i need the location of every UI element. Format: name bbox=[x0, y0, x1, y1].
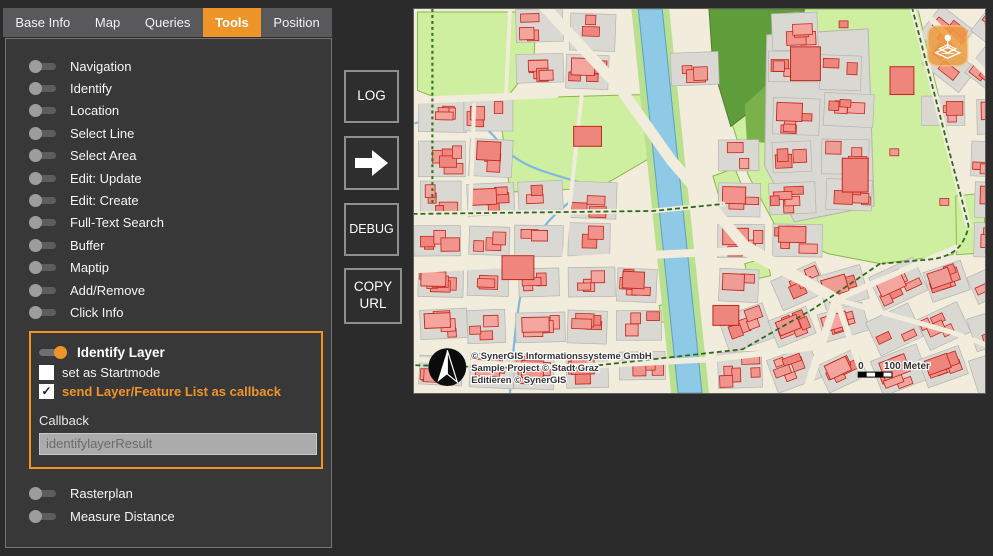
map-canvas[interactable]: © SynerGIS Informationssysteme GmbH Samp… bbox=[414, 9, 985, 393]
fulltext-search-toggle[interactable] bbox=[29, 216, 57, 229]
debug-button[interactable]: DEBUG bbox=[344, 203, 399, 256]
tools-panel: Navigation Identify Location Select Line… bbox=[5, 38, 332, 548]
identify-layer-title: Identify Layer bbox=[77, 345, 165, 360]
startmode-label: set as Startmode bbox=[62, 365, 160, 380]
toggle-label: Navigation bbox=[70, 59, 131, 74]
toggle-label: Select Line bbox=[70, 126, 134, 141]
toggle-label: Add/Remove bbox=[70, 283, 145, 298]
toggle-row-location: Location bbox=[29, 100, 331, 122]
arrow-right-icon bbox=[355, 149, 389, 177]
callback-checkbox[interactable]: ✓ bbox=[39, 384, 54, 399]
toggle-label: Buffer bbox=[70, 238, 104, 253]
callback-checkbox-row: ✓ send Layer/Feature List as callback bbox=[39, 383, 311, 401]
toggle-label: Edit: Create bbox=[70, 193, 139, 208]
location-toggle[interactable] bbox=[29, 104, 57, 117]
identify-layer-box: Identify Layer set as Startmode ✓ send L… bbox=[29, 331, 323, 469]
tab-base-info[interactable]: Base Info bbox=[3, 8, 83, 37]
toggle-row-navigation: Navigation bbox=[29, 55, 331, 77]
copy-url-button[interactable]: COPY URL bbox=[344, 268, 402, 324]
toggle-label: Maptip bbox=[70, 260, 109, 275]
identify-toggle[interactable] bbox=[29, 82, 57, 95]
next-arrow-button[interactable] bbox=[344, 136, 399, 190]
callback-input[interactable]: identifylayerResult bbox=[39, 433, 317, 455]
map-container: © SynerGIS Informationssysteme GmbH Samp… bbox=[413, 8, 986, 394]
bottom-toggles: Rasterplan Measure Distance bbox=[29, 483, 331, 528]
tab-position[interactable]: Position bbox=[261, 8, 332, 37]
toggle-row-select-area: Select Area bbox=[29, 145, 331, 167]
toggle-row-measure-distance: Measure Distance bbox=[29, 505, 331, 527]
toggle-label: Click Info bbox=[70, 305, 123, 320]
callback-field-label: Callback bbox=[39, 413, 311, 431]
add-remove-toggle[interactable] bbox=[29, 284, 57, 297]
buffer-toggle[interactable] bbox=[29, 239, 57, 252]
tab-bar: Base Info Map Queries Tools Position bbox=[3, 8, 332, 37]
toggle-row-select-line: Select Line bbox=[29, 122, 331, 144]
rasterplan-toggle[interactable] bbox=[29, 487, 57, 500]
identify-layer-toggle[interactable] bbox=[39, 346, 67, 359]
edit-create-toggle[interactable] bbox=[29, 194, 57, 207]
callback-checkbox-label: send Layer/Feature List as callback bbox=[62, 384, 281, 399]
svg-text:© SynerGIS Informationssysteme: © SynerGIS Informationssysteme GmbH bbox=[471, 351, 652, 362]
startmode-checkbox[interactable] bbox=[39, 365, 54, 380]
tab-queries[interactable]: Queries bbox=[133, 8, 203, 37]
svg-text:Editieren © SynerGIS: Editieren © SynerGIS bbox=[471, 375, 566, 386]
maptip-toggle[interactable] bbox=[29, 261, 57, 274]
tab-map[interactable]: Map bbox=[83, 8, 133, 37]
svg-text:100 Meter: 100 Meter bbox=[884, 361, 930, 372]
startmode-row: set as Startmode bbox=[39, 364, 311, 382]
click-info-toggle[interactable] bbox=[29, 306, 57, 319]
toggle-row-edit-create: Edit: Create bbox=[29, 189, 331, 211]
toggle-row-buffer: Buffer bbox=[29, 234, 331, 256]
toggle-row-edit-update: Edit: Update bbox=[29, 167, 331, 189]
measure-distance-toggle[interactable] bbox=[29, 510, 57, 523]
svg-text:Sample Project © Stadt Graz: Sample Project © Stadt Graz bbox=[471, 363, 599, 374]
toggle-row-identify: Identify bbox=[29, 77, 331, 99]
toggle-label: Full-Text Search bbox=[70, 215, 164, 230]
toggle-label: Measure Distance bbox=[70, 509, 175, 524]
oblique-view-button[interactable] bbox=[928, 26, 968, 66]
edit-update-toggle[interactable] bbox=[29, 172, 57, 185]
toggle-label: Rasterplan bbox=[70, 486, 133, 501]
compass-north-icon bbox=[428, 348, 466, 386]
toggle-label: Edit: Update bbox=[70, 171, 142, 186]
tab-tools[interactable]: Tools bbox=[203, 8, 261, 37]
checkmark-icon: ✓ bbox=[39, 384, 54, 399]
toggle-label: Identify bbox=[70, 81, 112, 96]
navigation-toggle[interactable] bbox=[29, 60, 57, 73]
select-area-toggle[interactable] bbox=[29, 149, 57, 162]
identify-layer-header: Identify Layer bbox=[39, 343, 311, 363]
toggle-label: Location bbox=[70, 103, 119, 118]
toggle-label: Select Area bbox=[70, 148, 137, 163]
toggle-row-add-remove: Add/Remove bbox=[29, 279, 331, 301]
toggle-row-fulltext-search: Full-Text Search bbox=[29, 212, 331, 234]
toggle-row-rasterplan: Rasterplan bbox=[29, 483, 331, 505]
svg-text:0: 0 bbox=[858, 361, 864, 372]
log-button[interactable]: LOG bbox=[344, 70, 399, 123]
select-line-toggle[interactable] bbox=[29, 127, 57, 140]
toggle-row-click-info: Click Info bbox=[29, 301, 331, 323]
toggle-row-maptip: Maptip bbox=[29, 257, 331, 279]
